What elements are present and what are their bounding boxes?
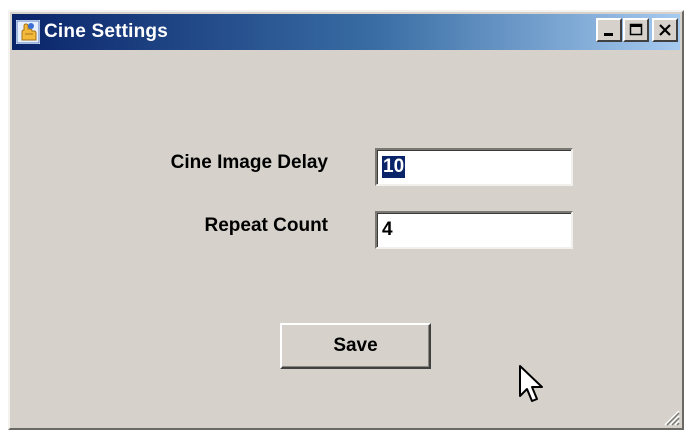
maximize-button[interactable] [623,18,649,42]
repeat-count-input[interactable]: 4 [375,211,573,249]
cine-image-delay-input[interactable]: 10 [375,148,573,186]
minimize-icon [604,33,613,36]
window-title: Cine Settings [44,21,169,42]
resize-grip-icon[interactable] [658,404,680,426]
minimize-button[interactable] [596,18,622,42]
cine-image-delay-label: Cine Image Delay [170,152,328,173]
cine-image-delay-value: 10 [382,156,406,178]
save-button[interactable]: Save [280,323,431,369]
maximize-icon [629,23,643,36]
title-bar[interactable]: Cine Settings [12,14,680,50]
repeat-count-label: Repeat Count [204,215,329,236]
app-hand-icon [16,20,40,44]
repeat-count-value: 4 [382,219,393,240]
close-icon [659,24,671,36]
window-controls [596,18,678,42]
cine-settings-window: Cine Settings Cine Image Delay 10 Repeat… [8,10,684,430]
close-button[interactable] [652,18,678,42]
mouse-pointer-icon [519,365,543,402]
